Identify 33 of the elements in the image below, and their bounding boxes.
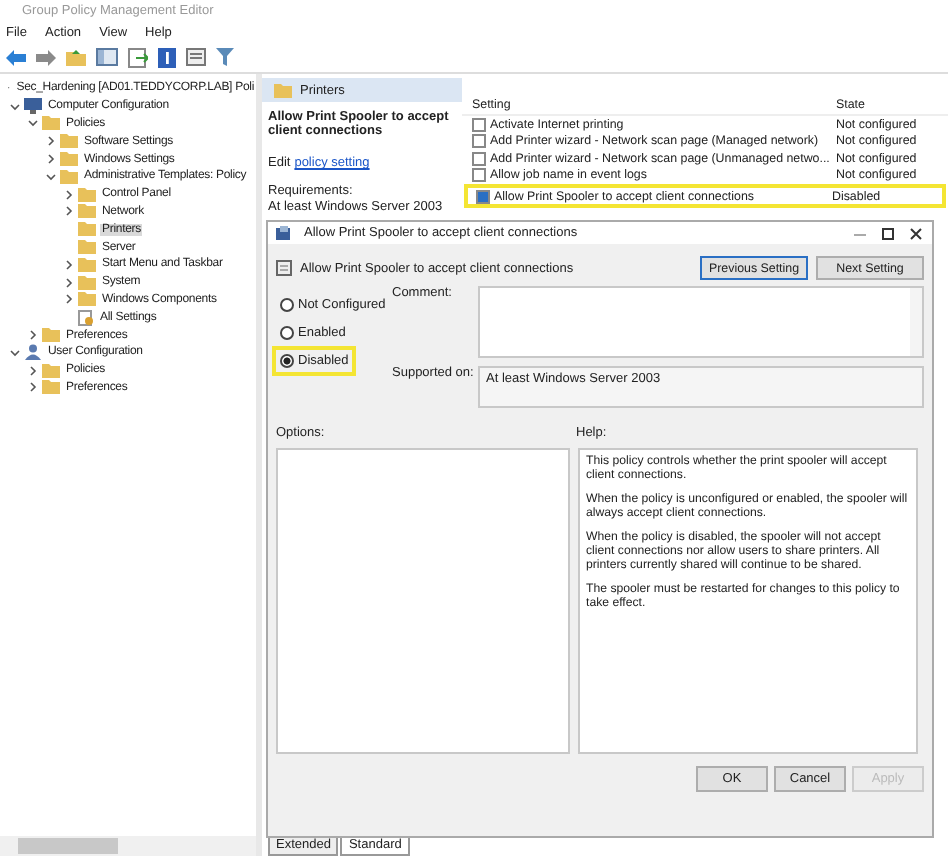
collapse-icon[interactable]	[10, 347, 20, 358]
expand-icon[interactable]	[46, 136, 56, 147]
scrollbar[interactable]	[0, 836, 256, 856]
expand-icon[interactable]	[28, 365, 38, 376]
back-icon[interactable]	[6, 49, 26, 65]
comment-field[interactable]	[478, 286, 924, 358]
maximize-icon[interactable]	[880, 225, 896, 241]
setting-icon	[276, 260, 292, 276]
expand-icon[interactable]	[64, 189, 74, 200]
folder-icon	[274, 83, 292, 97]
help-icon[interactable]	[158, 47, 176, 67]
folder-icon	[42, 328, 60, 343]
expand-icon[interactable]	[64, 259, 74, 270]
properties-icon[interactable]	[186, 48, 206, 66]
collapse-icon[interactable]	[10, 101, 20, 112]
computer-icon	[24, 98, 42, 115]
expand-icon[interactable]	[46, 154, 56, 165]
collapse-icon[interactable]	[46, 171, 56, 182]
panel-icon[interactable]	[96, 48, 118, 66]
forward-icon[interactable]	[36, 49, 56, 65]
folder-icon[interactable]	[66, 48, 86, 66]
expand-icon[interactable]	[64, 277, 74, 288]
settings-icon	[78, 309, 94, 326]
export-icon[interactable]	[128, 47, 148, 67]
filter-icon[interactable]	[216, 48, 234, 66]
expand-icon[interactable]	[28, 382, 38, 393]
collapse-icon[interactable]	[28, 118, 38, 129]
close-icon[interactable]	[908, 225, 924, 241]
expand-icon[interactable]	[64, 206, 74, 217]
expand-icon[interactable]	[64, 294, 74, 305]
expand-icon[interactable]	[28, 330, 38, 341]
scrollbar[interactable]	[910, 288, 922, 356]
user-icon	[24, 344, 42, 361]
